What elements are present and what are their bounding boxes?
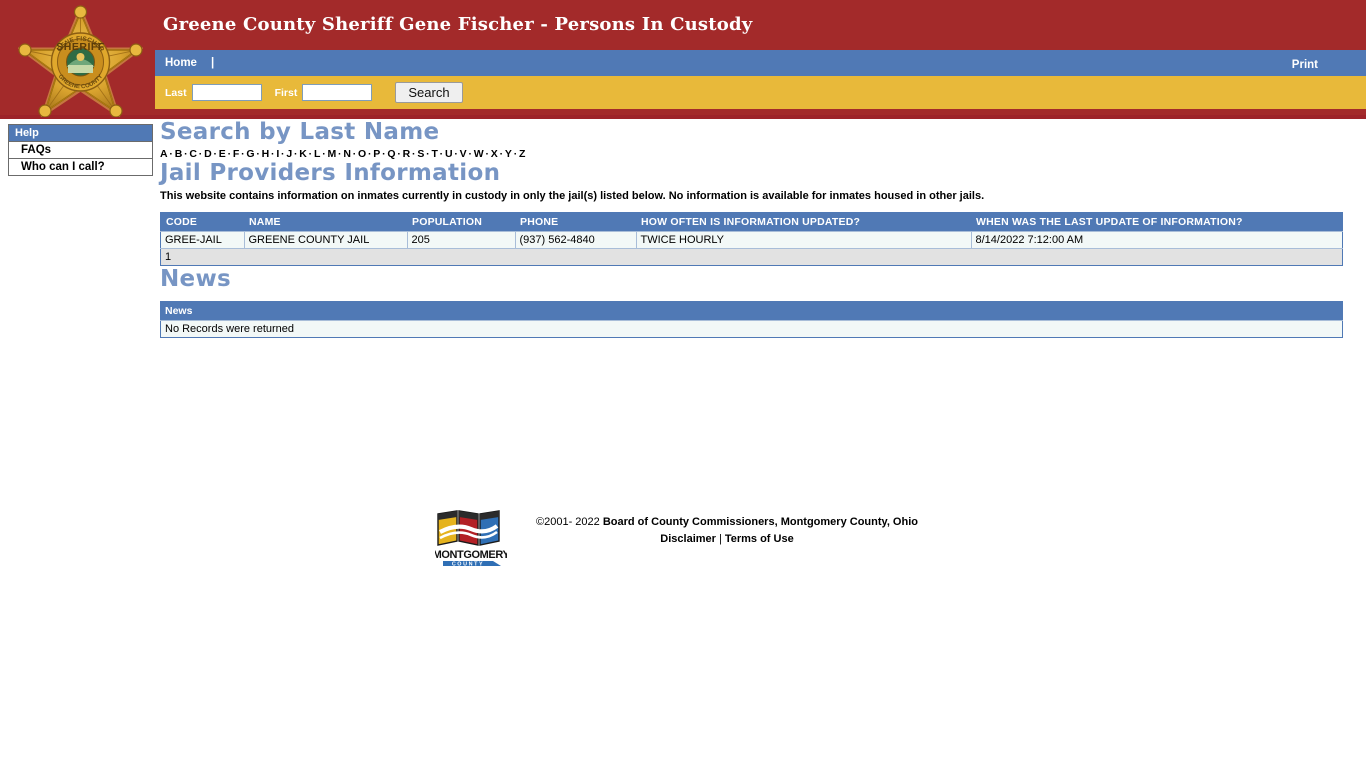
footer-copyright: ©2001- 2022 Board of County Commissioner…: [511, 516, 943, 528]
print-link[interactable]: Print: [1292, 59, 1318, 71]
footer-copyright-years: ©2001- 2022: [536, 516, 603, 528]
news-empty-row: No Records were returned: [160, 320, 1343, 338]
sidebar-item-who-can-i-call[interactable]: Who can I call?: [9, 159, 152, 175]
alphabet-link-e[interactable]: E: [219, 148, 226, 160]
help-sidebar: Help FAQs Who can I call?: [8, 124, 153, 176]
nav-item-home[interactable]: Home: [165, 57, 197, 69]
navbar-left: Home |: [165, 57, 220, 69]
cell-name: GREENE COUNTY JAIL: [243, 231, 407, 249]
table-row: GREE-JAIL GREENE COUNTY JAIL 205 (937) 5…: [160, 231, 1343, 249]
pager-page-number[interactable]: 1: [160, 248, 1343, 266]
last-name-label: Last: [165, 86, 187, 99]
terms-of-use-link[interactable]: Terms of Use: [725, 533, 794, 545]
alphabet-separator: ·: [352, 148, 357, 160]
montgomery-county-logo-icon: MONTGOMERY COUNTY: [433, 508, 511, 570]
table-header-row: CODE NAME POPULATION PHONE HOW OFTEN IS …: [160, 212, 1343, 232]
alphabet-link-r[interactable]: R: [403, 148, 411, 160]
column-header-phone: PHONE: [515, 212, 636, 232]
footer-links-separator: |: [718, 533, 722, 545]
news-table: News No Records were returned: [160, 301, 1343, 338]
column-header-last-update: WHEN WAS THE LAST UPDATE OF INFORMATION?: [971, 212, 1343, 232]
jail-providers-table: CODE NAME POPULATION PHONE HOW OFTEN IS …: [160, 212, 1343, 266]
column-header-news: News: [160, 301, 1343, 321]
alphabet-link-s[interactable]: S: [417, 148, 424, 160]
badge-cell: GENE FISCHER GREENE COUNTY SHERIFF: [0, 0, 155, 117]
alphabet-separator: ·: [308, 148, 313, 160]
sheriff-star-badge-icon: GENE FISCHER GREENE COUNTY SHERIFF: [18, 5, 143, 117]
news-empty-message: No Records were returned: [160, 320, 1343, 338]
alphabet-separator: ·: [468, 148, 473, 160]
column-header-how-often: HOW OFTEN IS INFORMATION UPDATED?: [636, 212, 971, 232]
site-header: GENE FISCHER GREENE COUNTY SHERIFF Green…: [0, 0, 1366, 119]
alphabet-link-l[interactable]: L: [314, 148, 321, 160]
cell-last-update: 8/14/2022 7:12:00 AM: [970, 231, 1343, 249]
alphabet-link-w[interactable]: W: [474, 148, 484, 160]
svg-text:MONTGOMERY: MONTGOMERY: [435, 549, 507, 561]
last-name-input[interactable]: [191, 84, 262, 101]
alphabet-link-d[interactable]: D: [204, 148, 212, 160]
alphabet-separator: ·: [439, 148, 444, 160]
page-title: Greene County Sheriff Gene Fischer - Per…: [163, 14, 753, 35]
svg-text:COUNTY: COUNTY: [452, 561, 484, 567]
search-bar: Last First Search: [155, 76, 1366, 109]
column-header-name: NAME: [244, 212, 407, 232]
main-content: Search by Last Name A · B · C · D · E · F · G · H · I · J ·…: [160, 119, 1350, 338]
footer-inner: MONTGOMERY COUNTY ©2001- 2022 Board of C…: [423, 504, 943, 567]
svg-text:SHERIFF: SHERIFF: [56, 41, 105, 53]
footer-copyright-owner: Board of County Commissioners, Montgomer…: [602, 516, 918, 528]
alphabet-separator: ·: [513, 148, 518, 160]
alphabet-separator: ·: [485, 148, 490, 160]
cell-code: GREE-JAIL: [160, 231, 244, 249]
alphabet-link-k[interactable]: K: [299, 148, 307, 160]
alphabet-link-v[interactable]: V: [460, 148, 467, 160]
cell-how-often: TWICE HOURLY: [635, 231, 971, 249]
footer-links: Disclaimer | Terms of Use: [511, 533, 943, 545]
alphabet-link-f[interactable]: F: [233, 148, 240, 160]
alphabet-separator: ·: [256, 148, 261, 160]
alphabet-link-u[interactable]: U: [445, 148, 453, 160]
alphabet-link-h[interactable]: H: [262, 148, 270, 160]
alphabet-separator: ·: [397, 148, 402, 160]
table-pager-row: 1: [160, 248, 1343, 266]
news-title: News: [160, 266, 231, 292]
search-by-last-name-title: Search by Last Name: [160, 119, 440, 145]
site-footer: MONTGOMERY COUNTY ©2001- 2022 Board of C…: [0, 504, 1366, 567]
alphabet-link-g[interactable]: G: [246, 148, 254, 160]
search-button[interactable]: Search: [395, 82, 463, 103]
alphabet-link-a[interactable]: A: [160, 148, 168, 160]
alphabet-separator: ·: [169, 148, 174, 160]
main-navbar: Home | Print: [155, 50, 1366, 76]
alphabet-separator: ·: [454, 148, 459, 160]
sidebar-heading: Help: [9, 125, 152, 142]
alphabet-separator: ·: [227, 148, 232, 160]
alphabet-separator: ·: [213, 148, 218, 160]
alphabet-link-x[interactable]: X: [491, 148, 498, 160]
column-header-code: CODE: [160, 212, 244, 232]
cell-population: 205: [406, 231, 515, 249]
alphabet-link-p[interactable]: P: [373, 148, 380, 160]
first-name-label: First: [274, 86, 298, 99]
cell-phone: (937) 562-4840: [514, 231, 636, 249]
alphabet-link-m[interactable]: M: [327, 148, 336, 160]
news-header-row: News: [160, 301, 1343, 321]
jail-providers-title: Jail Providers Information: [160, 160, 501, 186]
alphabet-link-z[interactable]: Z: [519, 148, 526, 160]
disclaimer-link[interactable]: Disclaimer: [660, 533, 716, 545]
sidebar-item-faqs[interactable]: FAQs: [9, 142, 152, 159]
alphabet-index[interactable]: A · B · C · D · E · F · G · H · I · J · K · L · M · N · O · P · Q · R · S · T ·…: [160, 148, 1350, 160]
first-name-input[interactable]: [302, 84, 373, 101]
alphabet-link-q[interactable]: Q: [387, 148, 395, 160]
alphabet-separator: ·: [499, 148, 504, 160]
alphabet-link-b[interactable]: B: [175, 148, 183, 160]
jail-providers-description: This website contains information on inm…: [160, 190, 985, 202]
column-header-population: POPULATION: [407, 212, 515, 232]
nav-separator: |: [210, 57, 215, 69]
header-right: Greene County Sheriff Gene Fischer - Per…: [155, 0, 1366, 115]
